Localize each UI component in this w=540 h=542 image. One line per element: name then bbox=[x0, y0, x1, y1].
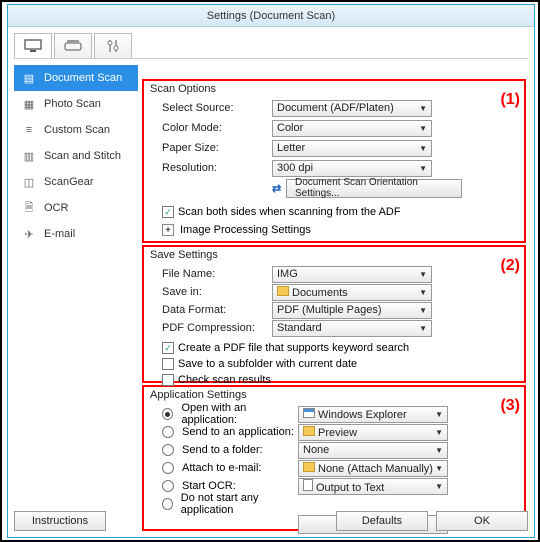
open-with-app-dropdown[interactable]: Windows Explorer▼ bbox=[298, 406, 448, 423]
checkbox-subfolder-date[interactable] bbox=[162, 358, 174, 370]
file-name-input[interactable]: IMG▼ bbox=[272, 266, 432, 283]
scangear-icon: ◫ bbox=[20, 176, 38, 189]
label-both-sides: Scan both sides when scanning from the A… bbox=[178, 206, 401, 218]
tab-scan-from-panel[interactable] bbox=[54, 33, 92, 59]
save-in-dropdown[interactable]: Documents▼ bbox=[272, 284, 432, 301]
label-image-processing: Image Processing Settings bbox=[180, 224, 311, 236]
chevron-down-icon: ▼ bbox=[419, 288, 427, 297]
stitch-icon: ▥ bbox=[20, 150, 38, 163]
custom-icon: ≡ bbox=[20, 124, 38, 136]
label-paper-size: Paper Size: bbox=[162, 142, 272, 154]
folder-icon bbox=[303, 462, 315, 472]
ok-button[interactable]: OK bbox=[436, 511, 528, 531]
label-pdf-compression: PDF Compression: bbox=[162, 322, 272, 334]
send-to-folder-dropdown[interactable]: None▼ bbox=[298, 442, 448, 459]
pdf-compression-dropdown[interactable]: Standard▼ bbox=[272, 320, 432, 337]
radio-open-with-app[interactable] bbox=[162, 408, 173, 420]
main-panel: (1) (2) (3) Scan Options Select Source: … bbox=[142, 65, 526, 507]
radio-send-to-app[interactable] bbox=[162, 426, 174, 438]
data-format-dropdown[interactable]: PDF (Multiple Pages)▼ bbox=[272, 302, 432, 319]
label-attach-email: Attach to e-mail: bbox=[182, 462, 261, 474]
tab-scan-from-computer[interactable] bbox=[14, 33, 52, 59]
email-icon: ✈ bbox=[20, 228, 38, 241]
sidebar-item-label: Photo Scan bbox=[44, 98, 101, 110]
chevron-down-icon: ▼ bbox=[419, 124, 427, 133]
chevron-down-icon: ▼ bbox=[419, 270, 427, 279]
label-save-in: Save in: bbox=[162, 286, 272, 298]
chevron-down-icon: ▼ bbox=[419, 164, 427, 173]
chevron-down-icon: ▼ bbox=[419, 306, 427, 315]
label-start-ocr: Start OCR: bbox=[182, 480, 236, 492]
label-color-mode: Color Mode: bbox=[162, 122, 272, 134]
tab-general-settings[interactable] bbox=[94, 33, 132, 59]
document-icon: ▤ bbox=[20, 72, 38, 85]
sidebar-item-ocr[interactable]: 🗎 OCR bbox=[14, 195, 138, 221]
label-resolution: Resolution: bbox=[162, 162, 272, 174]
sidebar-item-label: Scan and Stitch bbox=[44, 150, 121, 162]
chevron-down-icon: ▼ bbox=[435, 446, 443, 455]
window-title: Settings (Document Scan) bbox=[8, 5, 534, 27]
chevron-down-icon: ▼ bbox=[419, 324, 427, 333]
sidebar-item-scangear[interactable]: ◫ ScanGear bbox=[14, 169, 138, 195]
expand-image-processing[interactable]: + bbox=[162, 224, 174, 236]
chevron-down-icon: ▼ bbox=[419, 104, 427, 113]
sidebar-item-label: Document Scan bbox=[44, 72, 122, 84]
sidebar-item-scan-and-stitch[interactable]: ▥ Scan and Stitch bbox=[14, 143, 138, 169]
checkbox-both-sides[interactable]: ✓ bbox=[162, 206, 174, 218]
photo-icon: ▦ bbox=[20, 98, 38, 111]
sidebar-item-label: ScanGear bbox=[44, 176, 94, 188]
settings-window: Settings (Document Scan) ▤ Document bbox=[7, 4, 535, 538]
sidebar-item-document-scan[interactable]: ▤ Document Scan bbox=[14, 65, 138, 91]
sidebar-item-label: OCR bbox=[44, 202, 68, 214]
sidebar: ▤ Document Scan ▦ Photo Scan ≡ Custom Sc… bbox=[14, 65, 138, 247]
chevron-down-icon: ▼ bbox=[435, 482, 443, 491]
swap-arrows-icon[interactable]: ⇄ bbox=[272, 182, 286, 195]
sliders-icon bbox=[105, 38, 121, 54]
sidebar-item-custom-scan[interactable]: ≡ Custom Scan bbox=[14, 117, 138, 143]
radio-do-not-start[interactable] bbox=[162, 498, 173, 510]
chevron-down-icon: ▼ bbox=[435, 464, 443, 473]
color-mode-dropdown[interactable]: Color▼ bbox=[272, 120, 432, 137]
sidebar-item-label: Custom Scan bbox=[44, 124, 110, 136]
folder-icon bbox=[277, 286, 289, 296]
checkbox-check-results[interactable] bbox=[162, 374, 174, 386]
checkbox-keyword-pdf[interactable]: ✓ bbox=[162, 342, 174, 354]
orientation-settings-button[interactable]: Document Scan Orientation Settings... bbox=[286, 179, 462, 198]
sidebar-item-label: E-mail bbox=[44, 228, 75, 240]
radio-send-to-folder[interactable] bbox=[162, 444, 174, 456]
start-ocr-dropdown[interactable]: Output to Text▼ bbox=[298, 478, 448, 495]
radio-attach-email[interactable] bbox=[162, 462, 174, 474]
select-source-dropdown[interactable]: Document (ADF/Platen)▼ bbox=[272, 100, 432, 117]
sidebar-item-photo-scan[interactable]: ▦ Photo Scan bbox=[14, 91, 138, 117]
label-file-name: File Name: bbox=[162, 268, 272, 280]
label-keyword-pdf: Create a PDF file that supports keyword … bbox=[178, 342, 409, 354]
group-title-save-settings: Save Settings bbox=[150, 249, 218, 261]
send-to-app-dropdown[interactable]: Preview▼ bbox=[298, 424, 448, 441]
defaults-button[interactable]: Defaults bbox=[336, 511, 428, 531]
radio-start-ocr[interactable] bbox=[162, 480, 174, 492]
group-title-scan-options: Scan Options bbox=[150, 83, 216, 95]
group-title-app-settings: Application Settings bbox=[150, 389, 247, 401]
label-subfolder-date: Save to a subfolder with current date bbox=[178, 358, 357, 370]
ocr-icon: 🗎 bbox=[20, 199, 38, 218]
chevron-down-icon: ▼ bbox=[419, 144, 427, 153]
label-send-to-folder: Send to a folder: bbox=[182, 444, 263, 456]
scanner-icon bbox=[63, 39, 83, 53]
label-check-results: Check scan results bbox=[178, 374, 271, 386]
chevron-down-icon: ▼ bbox=[435, 410, 443, 419]
explorer-icon bbox=[303, 408, 315, 418]
chevron-down-icon: ▼ bbox=[435, 428, 443, 437]
label-data-format: Data Format: bbox=[162, 304, 272, 316]
sidebar-item-email[interactable]: ✈ E-mail bbox=[14, 221, 138, 247]
label-send-to-app: Send to an application: bbox=[182, 426, 294, 438]
monitor-icon bbox=[23, 39, 43, 53]
resolution-dropdown[interactable]: 300 dpi▼ bbox=[272, 160, 432, 177]
text-file-icon bbox=[303, 479, 313, 491]
label-select-source: Select Source: bbox=[162, 102, 272, 114]
attach-email-dropdown[interactable]: None (Attach Manually)▼ bbox=[298, 460, 448, 477]
instructions-button[interactable]: Instructions bbox=[14, 511, 106, 531]
folder-icon bbox=[303, 426, 315, 436]
paper-size-dropdown[interactable]: Letter▼ bbox=[272, 140, 432, 157]
